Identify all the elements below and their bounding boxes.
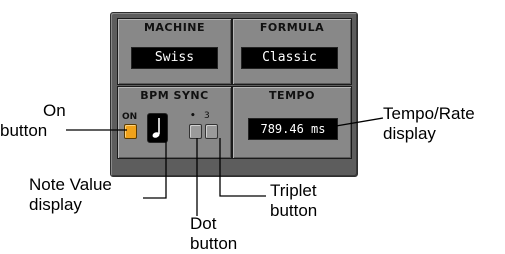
note-value-callout: Note Value display — [29, 175, 112, 215]
note-value-leader — [143, 137, 167, 199]
on-button-callout-line2: button — [0, 121, 48, 140]
dot-callout-line1: Dot — [190, 214, 217, 233]
dot-callout-line2: button — [190, 234, 238, 253]
note-value-callout-line2: display — [29, 195, 82, 214]
triplet-callout-line1: Triplet — [270, 181, 317, 200]
dot-callout: Dot button — [190, 214, 237, 254]
triplet-leader — [219, 138, 266, 197]
on-button-callout-2: button — [0, 121, 47, 141]
note-value-callout-line1: Note Value — [29, 175, 112, 194]
triplet-callout-line2: button — [270, 201, 318, 220]
tempo-rate-callout: Tempo/Rate display — [383, 104, 475, 144]
tempo-rate-callout-line1: Tempo/Rate — [383, 104, 475, 123]
tempo-rate-leader — [329, 117, 384, 128]
tempo-rate-callout-line2: display — [383, 124, 436, 143]
triplet-callout: Triplet button — [270, 181, 317, 221]
on-button-callout-line1: On — [43, 101, 66, 120]
on-button-callout: On — [43, 101, 66, 121]
